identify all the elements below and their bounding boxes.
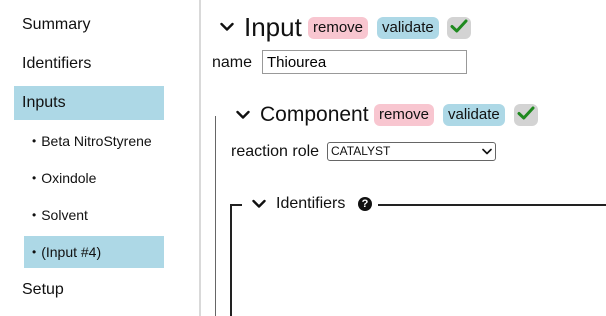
chevron-down-icon — [482, 143, 492, 160]
reaction-role-select[interactable]: CATALYST — [327, 142, 496, 161]
sidebar-divider — [199, 0, 201, 316]
bullet: • — [32, 134, 37, 148]
component-section-title: Component — [260, 103, 369, 126]
bullet: • — [32, 208, 37, 222]
sidebar-subitem-label: Beta NitroStyrene — [41, 133, 152, 149]
sidebar-subitem-label: Oxindole — [41, 170, 97, 186]
bullet: • — [32, 171, 37, 185]
sidebar-item-setup[interactable]: Setup — [14, 273, 164, 307]
sidebar-subitem-oxindole[interactable]: • Oxindole — [24, 162, 164, 194]
identifiers-box-left-border — [230, 204, 232, 316]
reaction-role-value: CATALYST — [331, 144, 391, 158]
component-validate-button[interactable]: validate — [443, 104, 505, 126]
sidebar-item-label: Identifiers — [22, 55, 92, 72]
sidebar-item-inputs[interactable]: Inputs — [14, 86, 164, 120]
sidebar-item-label: Summary — [22, 16, 91, 33]
input-valid-status — [447, 17, 471, 39]
sidebar-subitem-input-4[interactable]: • (Input #4) — [24, 236, 164, 268]
sidebar-subitem-label: Solvent — [41, 207, 88, 223]
sidebar-item-summary[interactable]: Summary — [14, 8, 164, 42]
name-label: name — [212, 54, 253, 71]
sidebar-item-label: Setup — [22, 281, 64, 298]
chevron-down-icon[interactable] — [252, 199, 266, 211]
bullet: • — [32, 245, 37, 259]
identifiers-box-top-border-right — [378, 204, 606, 206]
chevron-down-icon[interactable] — [236, 110, 250, 122]
input-validate-button[interactable]: validate — [377, 17, 439, 39]
checkmark-icon — [517, 106, 535, 125]
help-icon[interactable]: ? — [358, 197, 372, 211]
sidebar-item-label: Inputs — [22, 94, 66, 111]
sidebar: Summary Identifiers Inputs • Beta NitroS… — [0, 0, 200, 316]
checkmark-icon — [450, 19, 468, 38]
component-remove-button[interactable]: remove — [374, 104, 435, 126]
sidebar-subitem-label: (Input #4) — [41, 244, 102, 260]
identifiers-section-title: Identifiers — [276, 195, 346, 212]
reaction-role-label: reaction role — [231, 143, 320, 160]
input-section-title: Input — [244, 12, 302, 42]
name-input[interactable] — [262, 50, 467, 74]
sidebar-subitem-beta-nitrostyrene[interactable]: • Beta NitroStyrene — [24, 125, 164, 157]
component-guide-line — [215, 116, 216, 316]
sidebar-subitem-solvent[interactable]: • Solvent — [24, 199, 164, 231]
component-valid-status — [514, 104, 538, 126]
sidebar-item-identifiers[interactable]: Identifiers — [14, 47, 164, 81]
identifiers-box-top-border-left — [230, 204, 242, 206]
input-remove-button[interactable]: remove — [308, 17, 369, 39]
chevron-down-icon[interactable] — [220, 22, 234, 34]
